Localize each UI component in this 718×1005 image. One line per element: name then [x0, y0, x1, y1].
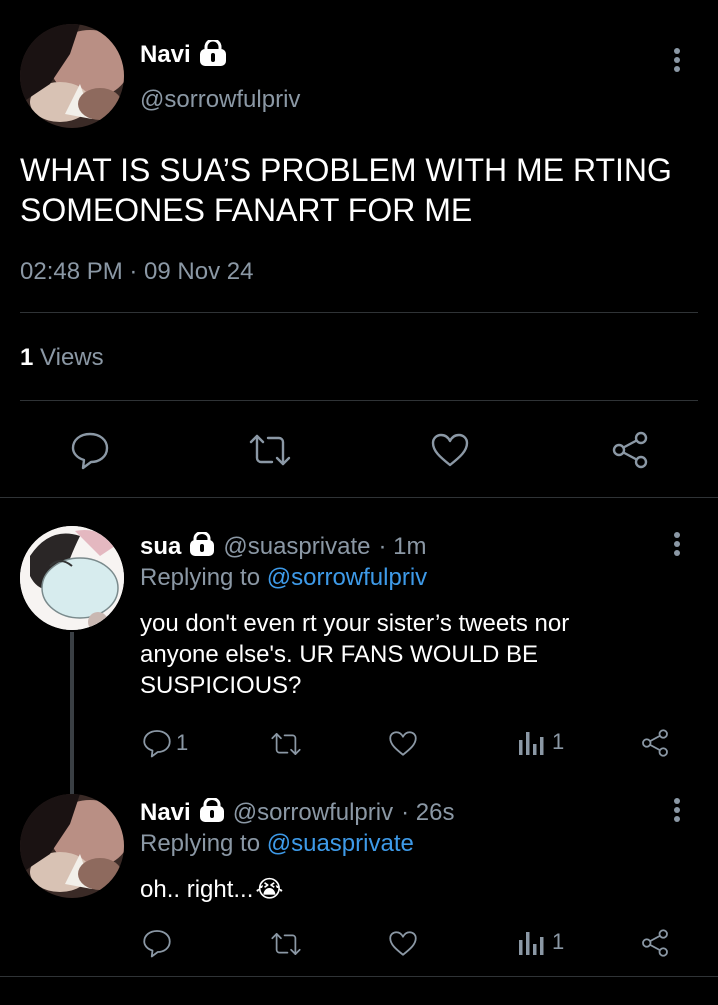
retweet-button[interactable]: [248, 432, 292, 473]
retweet-button[interactable]: [270, 731, 302, 762]
reply-icon: [143, 730, 171, 758]
retweet-icon: [271, 933, 301, 955]
author-name[interactable]: Navi: [140, 41, 191, 69]
views-button[interactable]: 1: [518, 728, 564, 756]
views-icon: [519, 932, 544, 955]
tweet-text-line: WHAT IS SUA’S PROBLEM WITH ME RTING: [20, 152, 672, 188]
avatar-sua[interactable]: [20, 526, 124, 630]
reply-text-line: anyone else's. UR FANS WOULD BE: [140, 641, 539, 668]
views-icon: [519, 732, 544, 755]
author-name[interactable]: sua: [140, 533, 181, 561]
tweet-timestamp[interactable]: 02:48 PM · 09 Nov 24: [20, 258, 253, 286]
like-icon: [431, 433, 469, 467]
like-icon: [389, 931, 417, 956]
like-button[interactable]: [388, 930, 418, 962]
more-options-icon[interactable]: [674, 798, 682, 825]
tweet-text-line: SOMEONES FANART FOR ME: [20, 192, 473, 228]
share-button[interactable]: [640, 928, 670, 963]
views-button[interactable]: 1: [518, 928, 564, 956]
reply-text-line: SUSPICIOUS?: [140, 672, 302, 699]
reply-count: 1: [176, 730, 189, 755]
divider: [0, 976, 718, 977]
share-icon: [612, 431, 648, 469]
share-button[interactable]: [610, 430, 650, 475]
replying-to-label: Replying to: [140, 830, 261, 857]
mention-link[interactable]: @sorrowfulpriv: [267, 564, 427, 591]
replying-to-label: Replying to: [140, 564, 261, 591]
lock-icon: [199, 796, 225, 829]
reply-icon: [71, 432, 109, 470]
crying-emoji: 😭: [255, 876, 284, 903]
reply-text: you don't even rt your sister’s tweets n…: [140, 608, 700, 701]
divider: [20, 400, 698, 401]
author-handle[interactable]: @sorrowfulpriv: [140, 86, 300, 114]
author-handle[interactable]: @suasprivate: [223, 533, 370, 561]
reply-text-line: you don't even rt your sister’s tweets n…: [140, 610, 570, 637]
avatar-navi[interactable]: [20, 24, 124, 128]
reply-button[interactable]: [70, 430, 110, 475]
divider: [0, 497, 718, 498]
views-count: 1: [552, 729, 565, 754]
tweet-text: WHAT IS SUA’S PROBLEM WITH ME RTING SOME…: [20, 150, 710, 230]
views-count: 1: [20, 344, 34, 371]
author-handle[interactable]: @sorrowfulpriv: [233, 799, 393, 827]
reply-text-line: oh.. right...: [140, 876, 254, 903]
like-icon: [389, 731, 417, 756]
lock-icon: [189, 530, 215, 563]
replying-to: Replying to @sorrowfulpriv: [140, 564, 427, 592]
retweet-icon: [249, 434, 291, 466]
share-button[interactable]: [640, 728, 670, 763]
views-count: 1: [552, 929, 565, 954]
divider: [20, 312, 698, 313]
lock-icon: [199, 38, 227, 71]
reply-time: · 1m: [378, 533, 427, 560]
like-button[interactable]: [430, 432, 470, 473]
reply-header: sua @suasprivate · 1m: [140, 530, 427, 563]
more-options-icon[interactable]: [674, 532, 682, 559]
reply-time: · 26s: [401, 799, 455, 826]
retweet-icon: [271, 733, 301, 755]
like-button[interactable]: [388, 730, 418, 762]
more-options-icon[interactable]: [674, 48, 682, 75]
avatar-navi[interactable]: [20, 794, 124, 898]
share-icon: [642, 929, 668, 957]
share-icon: [642, 729, 668, 757]
mention-link[interactable]: @suasprivate: [267, 830, 414, 857]
views-label: Views: [40, 344, 104, 371]
reply-icon: [143, 930, 171, 958]
replying-to: Replying to @suasprivate: [140, 830, 414, 858]
retweet-button[interactable]: [270, 931, 302, 962]
thread-connector: [70, 632, 74, 794]
author-name[interactable]: Navi: [140, 799, 191, 827]
reply-text: oh.. right... 😭: [140, 874, 283, 905]
reply-button[interactable]: 1: [142, 728, 188, 758]
reply-header: Navi @sorrowfulpriv · 26s: [140, 796, 455, 829]
reply-button[interactable]: [142, 928, 172, 963]
views-stat: 1 Views: [20, 344, 104, 372]
